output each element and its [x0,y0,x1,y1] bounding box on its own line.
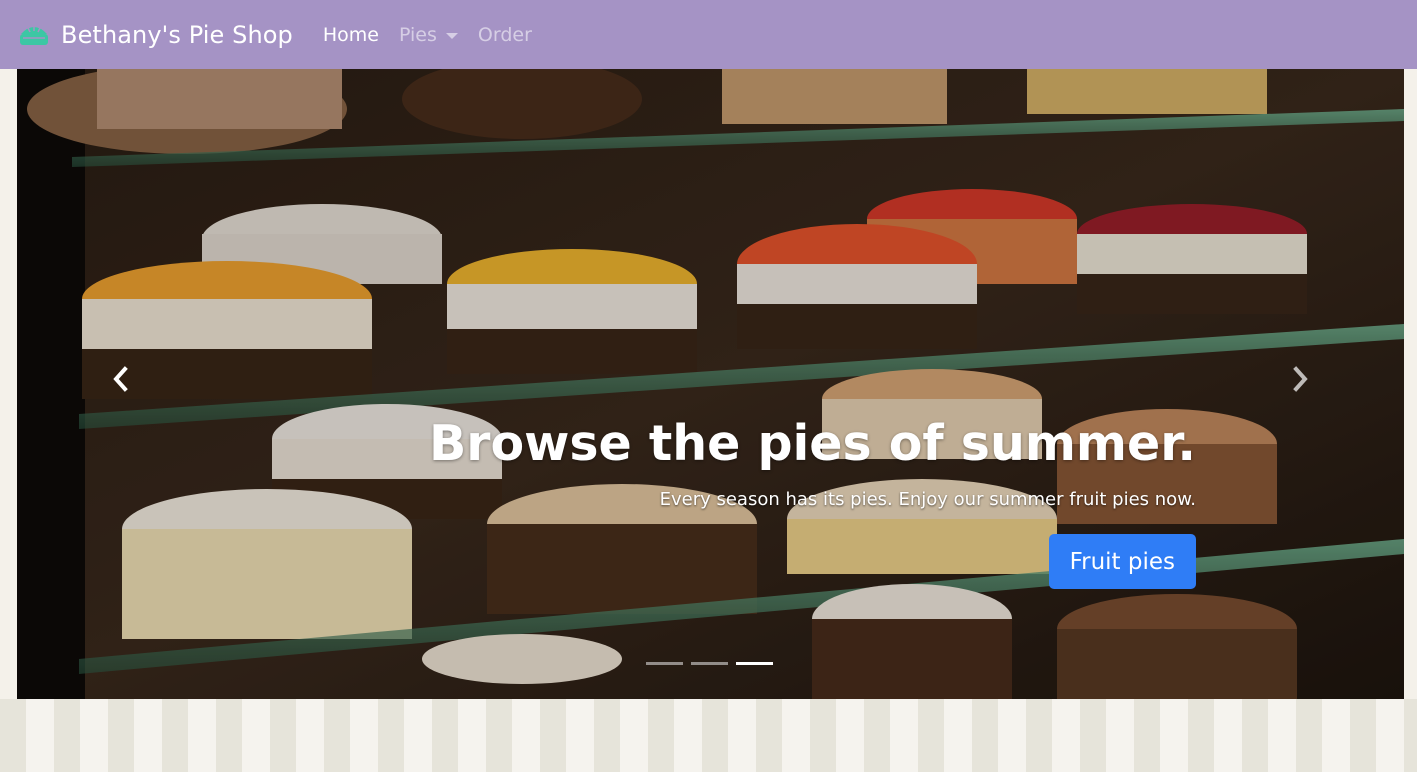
nav-links: Home Pies Order [323,24,552,46]
caption-title: Browse the pies of summer. [428,415,1196,472]
nav-home[interactable]: Home [323,24,379,46]
chevron-right-icon [1293,366,1308,392]
hero-carousel: Browse the pies of summer. Every season … [17,69,1404,699]
carousel-indicator-3[interactable] [736,662,773,665]
navbar: Bethany's Pie Shop Home Pies Order [0,0,1417,69]
nav-pies-dropdown[interactable]: Pies [399,24,458,46]
carousel-image [17,69,1404,699]
carousel-indicator-1[interactable] [646,662,683,665]
caret-down-icon [445,32,458,39]
carousel-indicators [646,662,781,665]
carousel-caption: Browse the pies of summer. Every season … [429,417,1196,589]
carousel-indicator-2[interactable] [691,662,728,665]
page-margin-left [0,69,17,699]
carousel-prev-button[interactable] [101,359,141,399]
brand-link[interactable]: Bethany's Pie Shop [19,21,293,49]
carousel-next-button[interactable] [1280,359,1320,399]
nav-order[interactable]: Order [478,24,532,46]
fruit-pies-button[interactable]: Fruit pies [1048,533,1196,589]
page-margin-right [1404,69,1417,699]
brand-name: Bethany's Pie Shop [61,20,293,49]
pie-icon [20,25,48,45]
chevron-left-icon [113,366,128,392]
caption-text: Every season has its pies. Enjoy our sum… [659,488,1196,510]
nav-pies-label: Pies [398,23,437,46]
